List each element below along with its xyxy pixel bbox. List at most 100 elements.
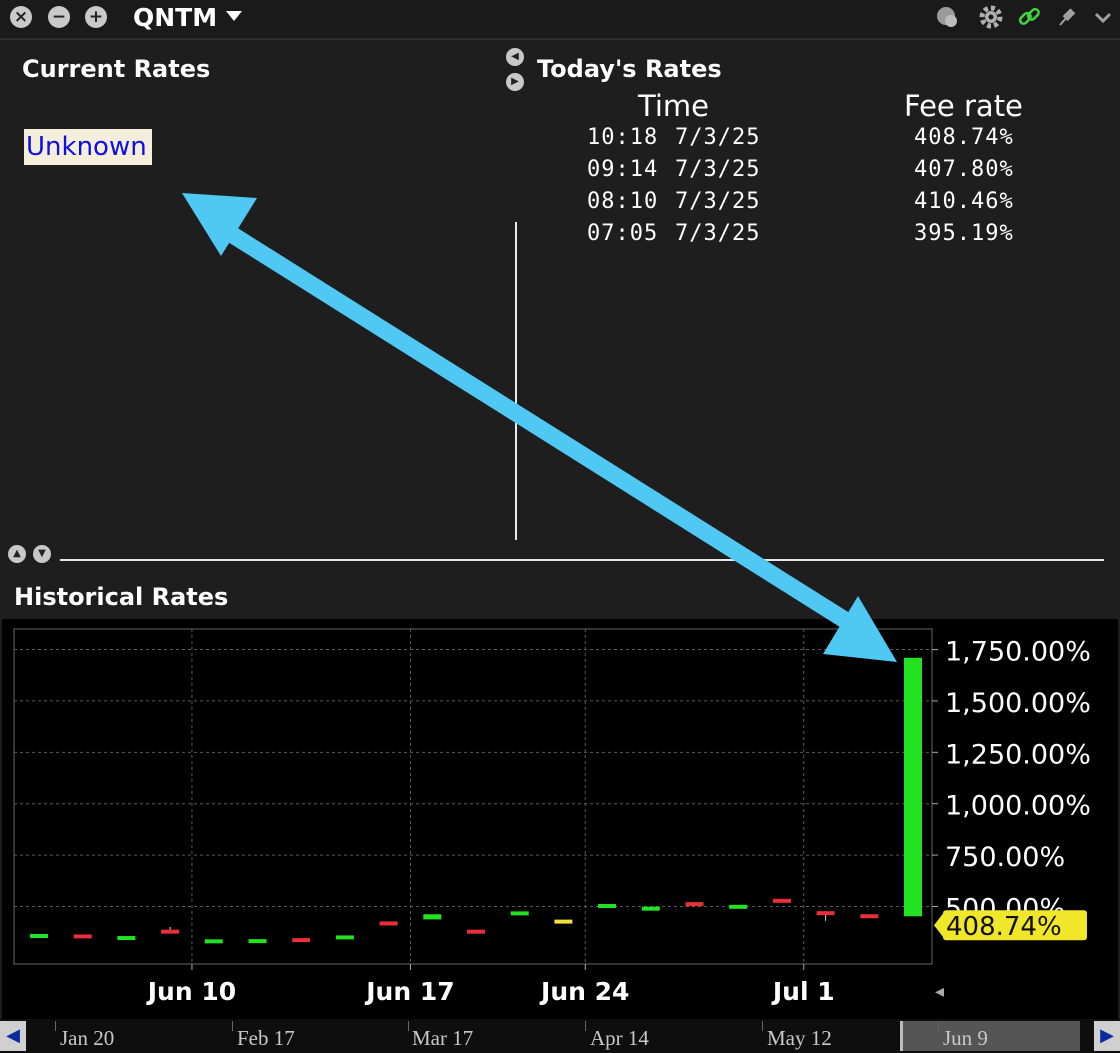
candle-body — [292, 938, 311, 943]
candle-body — [423, 914, 442, 920]
y-tick-label: 750.00% — [945, 842, 1065, 873]
expand-right-arrow-icon[interactable]: ▶ — [506, 73, 524, 91]
candle-body — [248, 939, 267, 944]
candle-bar — [904, 657, 922, 917]
candle-body — [816, 911, 835, 916]
candle-bar — [510, 911, 529, 916]
y-tick-label: 1,500.00% — [945, 688, 1091, 719]
candle-bar — [598, 903, 617, 908]
chat-bubble-icon[interactable] — [934, 4, 960, 30]
gear-icon[interactable] — [978, 4, 1004, 30]
navigator-date-label: Feb 17 — [237, 1026, 295, 1050]
pin-icon[interactable] — [1054, 4, 1080, 30]
row-date: 7/3/25 — [675, 125, 761, 150]
navigator-tick — [55, 1021, 56, 1031]
candle-bar — [423, 914, 442, 920]
row-rate: 407.80% — [914, 157, 1014, 182]
horizontal-panel-splitter[interactable] — [60, 559, 1104, 561]
x-tick-label: Jun 10 — [146, 977, 236, 1006]
candle-body — [860, 914, 879, 919]
candle-body — [30, 933, 48, 938]
candle-body — [117, 936, 136, 941]
y-tick-label: 1,250.00% — [945, 739, 1091, 770]
last-value-pointer — [934, 912, 944, 939]
candle-body — [73, 934, 92, 939]
navigator-tick — [408, 1021, 409, 1031]
close-window-icon[interactable]: × — [10, 6, 32, 28]
navigator-date-label: Apr 14 — [590, 1026, 649, 1050]
link-icon[interactable] — [1016, 4, 1042, 30]
candle-body — [904, 657, 922, 917]
navigator-date-label: Jan 20 — [60, 1026, 115, 1050]
candle-bar — [554, 919, 573, 924]
candle-bar — [816, 911, 835, 921]
navigator-date-label: Mar 17 — [412, 1026, 474, 1050]
scroll-right-arrow-icon[interactable]: ▶ — [1094, 1021, 1120, 1051]
candle-bar — [729, 904, 748, 909]
candle-bar — [73, 934, 92, 939]
candle-bar — [685, 902, 704, 907]
row-date: 7/3/25 — [675, 157, 761, 182]
axis-corner-arrow-icon: ◂ — [935, 981, 944, 1002]
candle-body — [554, 919, 573, 924]
candle-body — [772, 898, 791, 903]
navigator-date-label: May 12 — [767, 1026, 832, 1050]
minimize-window-icon[interactable]: − — [48, 6, 70, 28]
candle-body — [161, 929, 180, 934]
candle-body — [641, 906, 660, 911]
candle-bar — [860, 914, 879, 919]
navigator-tick — [762, 1021, 763, 1031]
navigator-tick — [232, 1021, 233, 1031]
todays-rates-title: Today's Rates — [537, 55, 722, 83]
historical-rates-chart: 500.00% 750.00% 1,000.00% 1,250.00% 1,500.00… — [2, 619, 1118, 1019]
x-tick-label: Jul 1 — [771, 977, 835, 1006]
time-column-header: Time — [638, 89, 709, 123]
row-time: 10:18 — [587, 125, 659, 150]
symbol-title[interactable]: QNTM — [133, 3, 217, 32]
candle-body — [510, 911, 529, 916]
row-date: 7/3/25 — [675, 189, 761, 214]
candle-body — [467, 929, 485, 934]
current-rate-value[interactable]: Unknown — [24, 129, 152, 165]
last-value-label: 408.74% — [946, 912, 1062, 942]
collapse-left-arrow-icon[interactable]: ◀ — [506, 48, 524, 66]
expand-up-arrow-icon[interactable]: ▲ — [8, 545, 26, 563]
x-tick-label: Jun 17 — [364, 977, 454, 1006]
candle-bar — [30, 933, 48, 938]
maximize-window-icon[interactable]: + — [85, 6, 107, 28]
historical-rates-title: Historical Rates — [14, 583, 229, 611]
candle-bar — [292, 938, 311, 943]
date-navigator[interactable]: ◀ ▶ Jan 20 Feb 17 Mar 17 Apr 14 May 12 J… — [0, 1019, 1120, 1053]
x-tick-label: Jun 24 — [539, 977, 629, 1006]
plot-area-frame — [13, 628, 933, 965]
candle-body — [598, 903, 617, 908]
annotation-arrowhead-start — [182, 193, 257, 256]
candle-bar — [204, 939, 223, 944]
navigator-date-label: Jun 9 — [943, 1026, 988, 1050]
symbol-dropdown-chevron-icon[interactable] — [226, 11, 242, 21]
candle-body — [685, 902, 704, 907]
current-rates-title: Current Rates — [22, 55, 211, 83]
y-tick-label: 1,750.00% — [945, 637, 1091, 668]
more-chevron-icon[interactable] — [1090, 4, 1116, 30]
fee-rate-column-header: Fee rate — [904, 89, 1023, 123]
candle-body — [335, 935, 354, 940]
candle-body — [204, 939, 223, 944]
collapse-down-arrow-icon[interactable]: ▼ — [33, 545, 51, 563]
navigator-selection-window[interactable] — [900, 1021, 1080, 1051]
row-rate: 408.74% — [914, 125, 1014, 150]
window-titlebar: × − + QNTM — [0, 0, 1120, 40]
scroll-left-arrow-icon[interactable]: ◀ — [0, 1021, 26, 1051]
candle-bar — [117, 936, 136, 941]
row-date: 7/3/25 — [675, 221, 761, 246]
annotation-arrow-shaft — [219, 223, 857, 631]
row-time: 08:10 — [587, 189, 659, 214]
row-time: 09:14 — [587, 157, 659, 182]
candle-body — [379, 921, 398, 926]
candle-bar — [641, 906, 660, 911]
row-rate: 410.46% — [914, 189, 1014, 214]
navigator-tick — [585, 1021, 586, 1031]
candle-bar — [379, 921, 398, 926]
vertical-panel-splitter[interactable] — [515, 222, 517, 540]
navigator-tick — [938, 1021, 939, 1031]
